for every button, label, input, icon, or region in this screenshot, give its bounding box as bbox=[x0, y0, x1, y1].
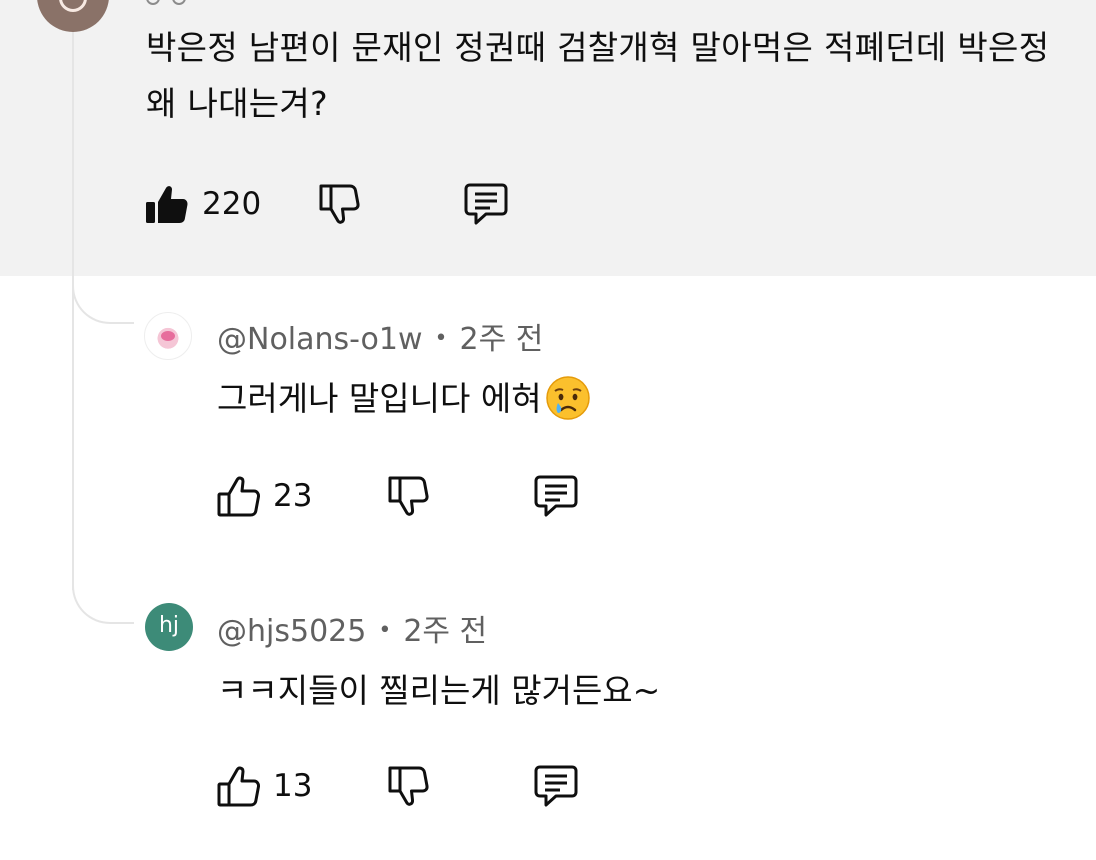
reply-meta: @hjs5025 • 2주 전 bbox=[217, 606, 487, 650]
like-button[interactable] bbox=[144, 178, 196, 230]
reply-meta: @Nolans-o1w • 2주 전 bbox=[217, 314, 543, 358]
dislike-button[interactable] bbox=[383, 760, 435, 812]
comment-icon bbox=[464, 183, 508, 225]
thread-connector bbox=[72, 284, 134, 324]
like-count: 220 bbox=[202, 186, 262, 222]
thumbs-up-icon bbox=[217, 766, 260, 807]
parent-comment-text: 박은정 남편이 문재인 정권때 검찰개혁 말아먹은 적폐던데 박은정 왜 나대는… bbox=[146, 28, 1050, 123]
thread-connector bbox=[72, 584, 134, 624]
meta-separator: • bbox=[434, 326, 448, 351]
thread-line bbox=[72, 30, 74, 590]
meta-separator: • bbox=[378, 618, 392, 643]
reply-time[interactable]: 2주 전 bbox=[403, 614, 487, 649]
parent-header-cut bbox=[146, 0, 266, 5]
thumbs-down-icon bbox=[319, 184, 360, 224]
comment-icon bbox=[534, 475, 578, 517]
comment-icon bbox=[534, 765, 578, 807]
reply-time[interactable]: 2주 전 bbox=[460, 322, 544, 357]
reply-text: ㅋㅋ지들이 찔리는게 많거든요~ bbox=[217, 671, 661, 710]
reply-author[interactable]: @hjs5025 bbox=[217, 614, 366, 649]
reply-button[interactable] bbox=[460, 178, 512, 230]
reply-button[interactable] bbox=[530, 760, 582, 812]
thumbs-down-icon bbox=[388, 766, 429, 806]
reply-button[interactable] bbox=[530, 470, 582, 522]
thumbs-up-filled-icon bbox=[146, 186, 188, 223]
like-button[interactable] bbox=[215, 470, 267, 522]
avatar[interactable]: hj bbox=[145, 603, 193, 651]
crying-face-icon bbox=[544, 374, 592, 422]
like-count: 23 bbox=[273, 478, 313, 514]
reply-author[interactable]: @Nolans-o1w bbox=[217, 322, 423, 357]
reply-actions: 13 bbox=[215, 760, 578, 812]
reply-text: 그러게나 말입니다 에혀 bbox=[217, 372, 592, 425]
thumbs-up-icon bbox=[217, 476, 260, 517]
dislike-button[interactable] bbox=[383, 470, 435, 522]
like-button[interactable] bbox=[215, 760, 267, 812]
avatar[interactable] bbox=[144, 312, 192, 360]
parent-actions: 220 bbox=[144, 178, 508, 230]
reply-actions: 23 bbox=[215, 470, 578, 522]
thumbs-down-icon bbox=[388, 476, 429, 516]
like-count: 13 bbox=[273, 768, 313, 804]
dislike-button[interactable] bbox=[314, 178, 366, 230]
